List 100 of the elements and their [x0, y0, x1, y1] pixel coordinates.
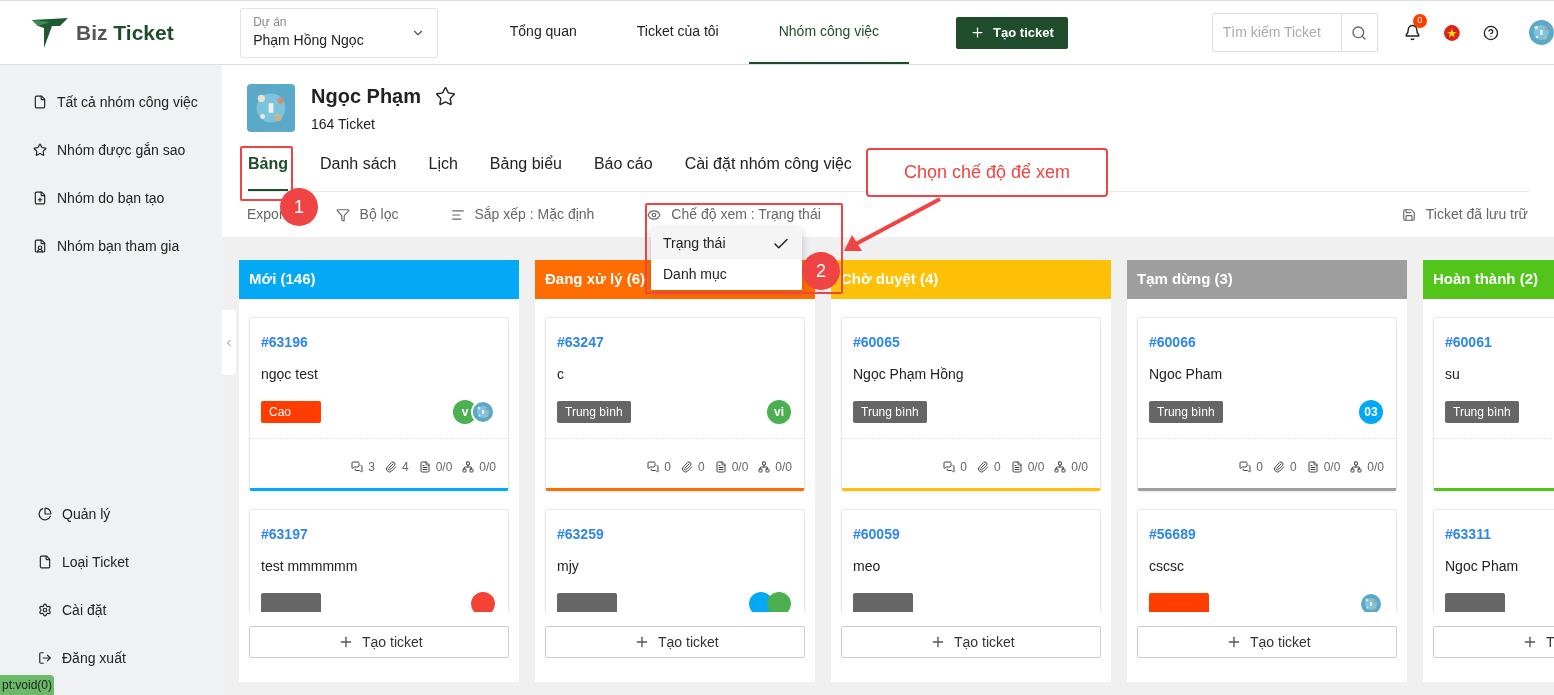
eye-icon: [647, 207, 662, 222]
ticket-card[interactable]: #63197 test mmmmmm: [249, 509, 509, 612]
view-tab[interactable]: Báo cáo: [593, 145, 653, 191]
priority-tag: Cao: [261, 401, 321, 423]
priority-tag: Trung bình: [1149, 401, 1223, 423]
view-tab[interactable]: Danh sách: [320, 145, 397, 191]
priority-tag: Trung bình: [853, 401, 927, 423]
paperclip-icon: [1272, 461, 1285, 473]
archived-link[interactable]: Ticket đã lưu trữ: [1425, 204, 1528, 225]
add-ticket-button[interactable]: Tạo ticket: [249, 626, 509, 658]
sidebar-item[interactable]: Nhóm được gắn sao: [0, 126, 222, 174]
file-icon: [33, 95, 47, 109]
sort-icon: [450, 207, 465, 222]
column-header: Chờ duyệt (4): [831, 260, 1111, 299]
ticket-title: Ngọc Phạm Hồng: [853, 365, 965, 384]
project-select[interactable]: Dự án Phạm Hồng Ngọc: [240, 7, 438, 58]
settings-icon: [38, 603, 52, 617]
view-tab[interactable]: Cài đặt nhóm công việc: [684, 145, 852, 191]
ticket-card[interactable]: #60066 Ngoc Pham Trung bình 03 0 0 0/0 0/0: [1137, 317, 1397, 491]
ticket-card[interactable]: #63311 Ngoc Pham: [1433, 509, 1554, 612]
flag-icon[interactable]: [1443, 24, 1460, 41]
sidebar-item[interactable]: Nhóm bạn tham gia: [0, 222, 222, 270]
column-header: Tạm dừng (3): [1127, 260, 1407, 299]
file-user-icon: [33, 239, 47, 253]
project-value: Phạm Hồng Ngọc: [253, 30, 364, 50]
ticket-id[interactable]: #60066: [1149, 332, 1385, 352]
stat-count: 0/0: [775, 459, 792, 476]
ticket-id[interactable]: #63197: [261, 524, 497, 544]
plus-icon: [930, 634, 946, 650]
sidebar-item[interactable]: Quản lý: [0, 490, 222, 538]
stat-count: 0: [1256, 459, 1263, 476]
ticket-id[interactable]: #63311: [1445, 524, 1554, 544]
search-input[interactable]: Tìm kiếm Ticket: [1212, 14, 1341, 51]
view-mode-link[interactable]: Chế độ xem : Trạng thái: [671, 204, 821, 225]
sidebar-item[interactable]: Tất cả nhóm công việc: [0, 78, 222, 126]
plus-icon: [970, 25, 986, 40]
ticket-id[interactable]: #56689: [1149, 524, 1385, 544]
user-avatar: vi: [767, 400, 791, 424]
file-icon: [38, 555, 52, 569]
search-field[interactable]: Tìm kiếm Ticket: [1211, 13, 1378, 52]
stat-count: 0/0: [1367, 459, 1384, 476]
add-ticket-button[interactable]: Tạo ticket: [545, 626, 805, 658]
sort-link[interactable]: Sắp xếp : Mặc định: [474, 204, 595, 225]
stat-count: 0: [960, 459, 967, 476]
collapse-handle[interactable]: [222, 310, 236, 375]
add-ticket-button[interactable]: Tạo ticket: [841, 626, 1101, 658]
document-icon: [418, 461, 431, 473]
ticket-title: c: [557, 365, 565, 384]
ticket-card[interactable]: #56689 cscsc: [1137, 509, 1397, 612]
notification-badge: 0: [1412, 14, 1427, 28]
ticket-card[interactable]: #63196 ngọc test Cao v 3 4 0/0 0/0: [249, 317, 509, 491]
ticket-title: su: [1445, 365, 1461, 384]
logo-icon: [30, 15, 70, 50]
hierarchy-icon: [1350, 461, 1363, 473]
menu-option[interactable]: Danh mục: [651, 259, 802, 290]
stat-count: 0/0: [1323, 459, 1341, 476]
ticket-card[interactable]: #60059 meo: [841, 509, 1101, 612]
menu-option[interactable]: Trạng thái: [651, 228, 802, 259]
user-avatar[interactable]: [1529, 20, 1554, 45]
help-icon[interactable]: [1482, 24, 1499, 41]
view-tab[interactable]: Lịch: [428, 145, 458, 191]
add-ticket-button[interactable]: T: [1433, 626, 1554, 658]
comments-icon: [1239, 461, 1252, 473]
create-ticket-button[interactable]: Tạo ticket: [956, 16, 1068, 49]
nav-tab[interactable]: Tổng quan: [479, 1, 607, 64]
callout-label: Chọn chế độ để xem: [866, 148, 1108, 197]
ticket-id[interactable]: #63259: [557, 524, 793, 544]
ticket-count: 164 Ticket: [311, 115, 376, 134]
paperclip-icon: [680, 461, 693, 473]
filter-link[interactable]: Bộ lọc: [359, 204, 399, 225]
ticket-id[interactable]: #60061: [1445, 332, 1554, 352]
nav-tab[interactable]: Nhóm công việc: [748, 1, 910, 64]
comments-icon: [943, 461, 956, 473]
ticket-id[interactable]: #60059: [853, 524, 1089, 544]
nav-tab[interactable]: Ticket của tôi: [606, 1, 749, 64]
sidebar-item[interactable]: Loại Ticket: [0, 538, 222, 586]
ticket-id[interactable]: #60065: [853, 332, 1089, 352]
bell-icon[interactable]: [1403, 24, 1421, 41]
hierarchy-icon: [462, 461, 475, 473]
paperclip-icon: [976, 461, 989, 473]
ticket-card[interactable]: #60061 su Trung bình: [1433, 317, 1554, 491]
sidebar-item[interactable]: Cài đặt: [0, 586, 222, 634]
ticket-card[interactable]: #60065 Ngọc Phạm Hồng Trung bình 0 0 0/0 0/0: [841, 317, 1101, 491]
view-tab[interactable]: Bảng biểu: [489, 145, 562, 191]
logout-icon: [38, 651, 52, 665]
ticket-id[interactable]: #63247: [557, 332, 793, 352]
column-header: Mới (146): [239, 260, 519, 299]
stat-count: 0: [664, 459, 671, 476]
stat-count: 0/0: [479, 459, 496, 476]
priority-tag: Trung bình: [1445, 401, 1519, 423]
star-icon[interactable]: [435, 85, 457, 107]
add-ticket-button[interactable]: Tạo ticket: [1137, 626, 1397, 658]
plus-icon: [1522, 634, 1538, 650]
ticket-id[interactable]: #63196: [261, 332, 497, 352]
ticket-card[interactable]: #63247 c Trung bình vi 0 0 0/0 0/0: [545, 317, 805, 491]
user-avatar: 03: [1359, 400, 1383, 424]
ticket-card[interactable]: #63259 mjy: [545, 509, 805, 612]
sidebar-item[interactable]: Nhóm do bạn tạo: [0, 174, 222, 222]
ticket-title: ngọc test: [261, 365, 319, 384]
view-tab[interactable]: Bảng: [248, 145, 288, 191]
